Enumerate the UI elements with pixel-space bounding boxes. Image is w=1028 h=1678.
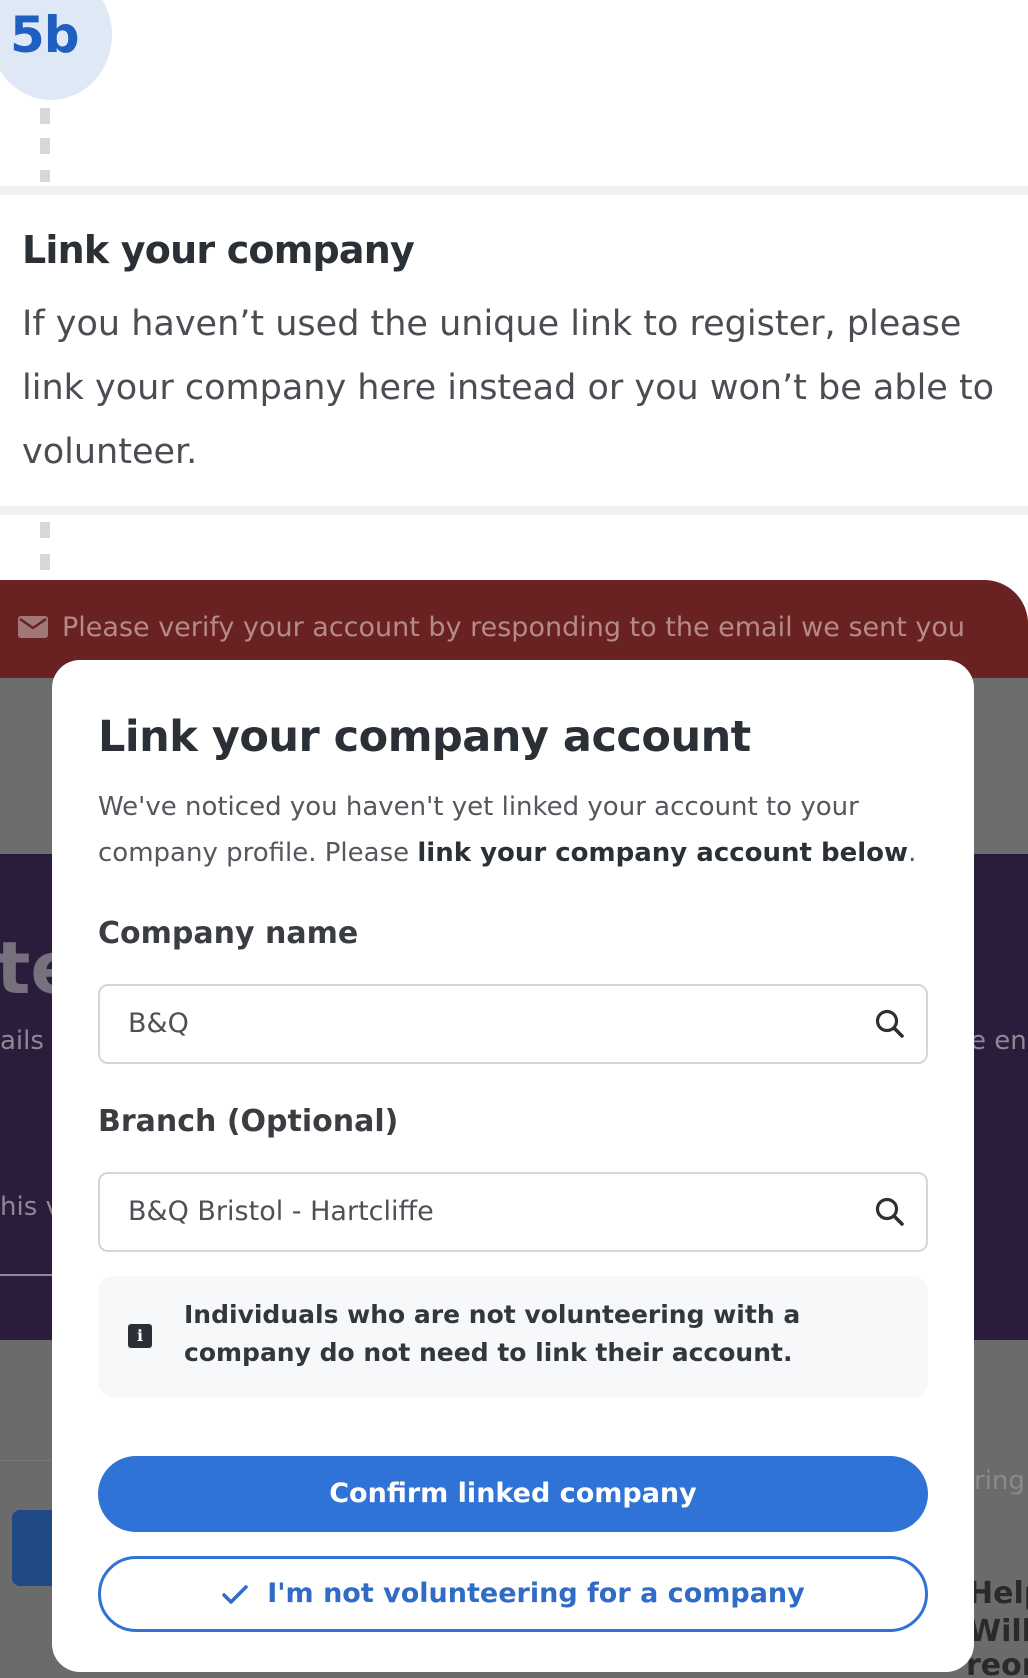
backdrop-text: ails [0,1026,44,1056]
connector-dash [40,522,50,538]
modal-description-end: . [908,838,917,868]
divider-band [0,186,1028,195]
branch-input[interactable]: B&Q Bristol - Hartcliffe [98,1172,928,1252]
intro-heading: Link your company [22,228,415,272]
link-company-modal: Link your company account We've noticed … [52,660,974,1672]
intro-text: If you haven’t used the unique link to r… [22,304,995,472]
branch-label: Branch (Optional) [98,1104,399,1139]
branch-value: B&Q Bristol - Hartcliffe [128,1196,434,1227]
info-icon: i [128,1324,152,1348]
connector-dash [40,108,50,124]
search-icon[interactable] [872,1194,908,1230]
backdrop-text: Help [968,1576,1028,1611]
envelope-icon [18,616,48,638]
modal-title: Link your company account [98,712,751,762]
confirm-linked-company-button[interactable]: Confirm linked company [98,1456,928,1532]
verify-banner-text: Please verify your account by responding… [62,612,966,643]
info-text: Individuals who are not volunteering wit… [184,1300,801,1367]
not-volunteering-for-company-button[interactable]: I'm not volunteering for a company [98,1556,928,1632]
search-icon[interactable] [872,1006,908,1042]
modal-description-emphasis: link your company account below [417,838,909,868]
backdrop-text: ring [974,1466,1025,1496]
backdrop-line [0,1460,52,1461]
company-name-input[interactable]: B&Q [98,984,928,1064]
backdrop-text: e en [970,1026,1027,1056]
connector-dash [40,554,50,570]
checkmark-icon [222,1584,248,1604]
connector-dash [40,170,50,182]
not-volunteering-label: I'm not volunteering for a company [267,1578,805,1609]
backdrop-text: reor [966,1648,1028,1678]
company-name-value: B&Q [128,1008,189,1039]
modal-description: We've noticed you haven't yet linked you… [98,784,938,876]
backdrop-text: Will [968,1614,1028,1649]
connector-dash [40,138,50,154]
info-notice: i Individuals who are not volunteering w… [98,1276,928,1398]
company-name-label: Company name [98,916,359,951]
divider-band [0,506,1028,515]
step-number: 5b [10,6,80,64]
backdrop-line [0,1274,52,1276]
